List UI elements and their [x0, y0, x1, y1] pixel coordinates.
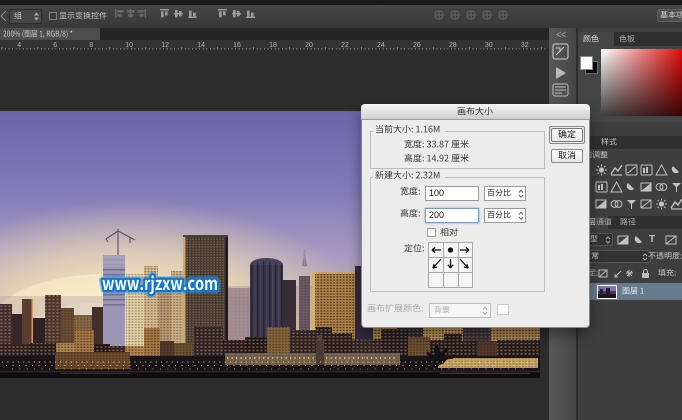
svg-text:16: 16 — [233, 42, 241, 49]
svg-text:20: 20 — [305, 42, 313, 49]
svg-text:24: 24 — [377, 42, 385, 49]
svg-text:18: 18 — [269, 42, 277, 49]
svg-text:22: 22 — [341, 42, 349, 49]
svg-text:14: 14 — [197, 42, 205, 49]
svg-text:30: 30 — [485, 42, 493, 49]
svg-text:12: 12 — [161, 42, 169, 49]
svg-text:4: 4 — [17, 42, 21, 49]
svg-text:32: 32 — [521, 42, 529, 49]
svg-text:26: 26 — [413, 42, 421, 49]
svg-text:8: 8 — [89, 42, 93, 49]
svg-text:6: 6 — [53, 42, 57, 49]
svg-text:28: 28 — [449, 42, 457, 49]
svg-text:10: 10 — [125, 42, 133, 49]
